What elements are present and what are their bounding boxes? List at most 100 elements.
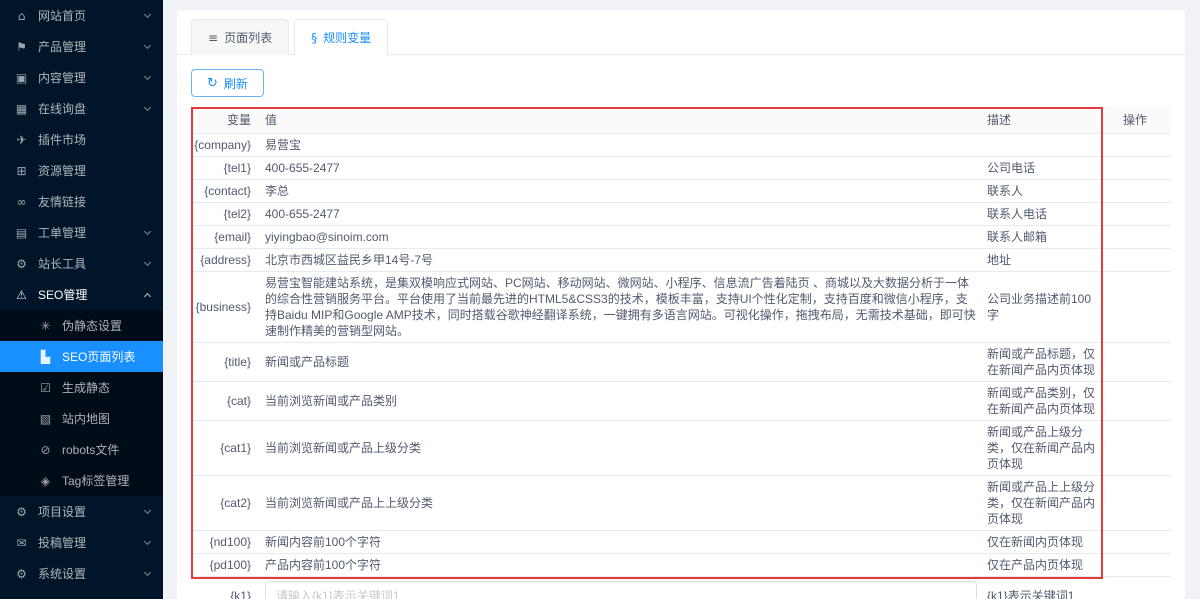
description-cell: 新闻或产品上上级分类，仅在新闻产品内页体现	[987, 480, 1096, 526]
sidebar-item-system-settings[interactable]: ⚙ 系统设置	[0, 558, 163, 589]
variable-cell: {nd100}	[209, 535, 251, 549]
chevron-down-icon	[143, 258, 152, 267]
sidebar-item-resource[interactable]: ⊞ 资源管理	[0, 155, 163, 186]
operation-cell	[1103, 234, 1171, 240]
project-settings-icon: ⚙	[16, 504, 27, 519]
value-cell: 产品内容前100个字符	[265, 558, 382, 572]
link-icon: §	[311, 30, 318, 45]
operation-cell	[1103, 539, 1171, 545]
table-row: {title} 新闻或产品标题 新闻或产品标题，仅在新闻产品内页体现	[191, 343, 1171, 382]
value-cell: 北京市西城区益民乡甲14号-7号	[265, 253, 434, 267]
seo-page-list-icon: ▙	[40, 349, 51, 364]
sidebar-item-label: 站长工具	[38, 257, 87, 271]
robots-file-icon: ⊘	[40, 442, 51, 457]
description-cell: 仅在产品内页体现	[987, 558, 1084, 572]
sidebar-subitem-robots-file[interactable]: ⊘ robots文件	[0, 434, 163, 465]
description-cell: 公司业务描述前100字	[987, 292, 1092, 322]
chevron-down-icon	[143, 41, 152, 50]
header-description: 描述	[987, 113, 1012, 127]
chevron-down-icon	[143, 227, 152, 236]
sidebar-item-content[interactable]: ▣ 内容管理	[0, 62, 163, 93]
seo-icon: ⚠	[16, 287, 27, 302]
tab-label: 页面列表	[224, 31, 273, 45]
sidebar-item-project-settings[interactable]: ⚙ 项目设置	[0, 496, 163, 527]
sidebar-subitem-generate-static[interactable]: ☑ 生成静态	[0, 372, 163, 403]
table-header-row: 变量 值 描述 操作	[191, 107, 1171, 134]
chevron-down-icon	[143, 568, 152, 577]
submission-icon: ✉	[16, 535, 27, 550]
refresh-icon: ↻	[207, 75, 218, 91]
sidebar-subitem-seo-page-list[interactable]: ▙ SEO页面列表	[0, 341, 163, 372]
variable-cell: {email}	[214, 230, 251, 244]
variable-cell: {business}	[195, 300, 251, 314]
sidebar-subitem-tag-manage[interactable]: ◈ Tag标签管理	[0, 465, 163, 496]
operation-cell	[1103, 593, 1171, 599]
tab-page-list[interactable]: ≡ 页面列表	[191, 19, 290, 55]
system-settings-icon: ⚙	[16, 566, 27, 581]
content-icon: ▣	[15, 70, 28, 85]
sidebar-subitem-label: 伪静态设置	[62, 319, 123, 333]
sidebar-item-webmaster-tools[interactable]: ⚙ 站长工具	[0, 248, 163, 279]
table-row: {business} 易营宝智能建站系统，是集双模响应式网站、PC网站、移动网站、…	[191, 272, 1171, 343]
header-operation: 操作	[1123, 113, 1148, 127]
sidebar-subitem-sitemap[interactable]: ▧ 站内地图	[0, 403, 163, 434]
sidebar-subitem-label: 生成静态	[62, 381, 111, 395]
sidebar-item-plugin-market[interactable]: ✈ 插件市场	[0, 124, 163, 155]
sidebar-item-label: 工单管理	[38, 226, 87, 240]
chevron-down-icon	[143, 506, 152, 515]
sidebar-subitem-rewrite-settings[interactable]: ✳ 伪静态设置	[0, 310, 163, 341]
table-row-k1: {k1} {k1}表示关键词1	[191, 577, 1171, 599]
sidebar-item-seo[interactable]: ⚠ SEO管理	[0, 279, 163, 310]
content-card: ≡ 页面列表 § 规则变量 ↻ 刷新 变量 值 描述 操作 {company} 易	[177, 10, 1185, 599]
tab-rule-variables[interactable]: § 规则变量	[294, 19, 389, 56]
description-cell: 联系人邮箱	[987, 230, 1048, 244]
sidebar-item-label: 插件市场	[38, 133, 87, 147]
variable-cell: {cat}	[226, 394, 251, 408]
tab-label: 规则变量	[323, 31, 372, 45]
variable-cell: {contact}	[204, 184, 251, 198]
description-cell: 新闻或产品上级分类，仅在新闻产品内页体现	[987, 425, 1096, 471]
sidebar-subitem-label: 站内地图	[62, 412, 111, 426]
inquiry-icon: ▦	[15, 101, 28, 116]
sidebar-item-submission[interactable]: ✉ 投稿管理	[0, 527, 163, 558]
sitemap-icon: ▧	[39, 411, 52, 426]
operation-cell	[1103, 165, 1171, 171]
variable-cell: {tel1}	[223, 161, 251, 175]
chevron-up-icon	[143, 292, 152, 300]
operation-cell	[1103, 562, 1171, 568]
operation-cell	[1103, 142, 1171, 148]
description-cell: 公司电话	[987, 161, 1036, 175]
variable-cell: {company}	[194, 138, 251, 152]
description-cell: {k1}表示关键词1	[987, 589, 1075, 599]
sidebar-item-friend-links[interactable]: ∞ 友情链接	[0, 186, 163, 217]
variable-cell: {cat2}	[220, 496, 251, 510]
k1-keyword-input[interactable]	[265, 581, 977, 599]
sidebar-item-product[interactable]: ⚑ 产品管理	[0, 31, 163, 62]
variable-cell: {title}	[224, 355, 251, 369]
variable-cell: {k1}	[230, 589, 251, 599]
table-row: {address} 北京市西城区益民乡甲14号-7号 地址	[191, 249, 1171, 272]
chevron-down-icon	[143, 537, 152, 546]
sidebar-item-label: SEO管理	[38, 288, 88, 302]
seo-submenu: ✳ 伪静态设置 ▙ SEO页面列表 ☑ 生成静态 ▧ 站内地图 ⊘ robots文件 ◈ Tag标签管…	[0, 310, 163, 496]
sidebar-item-label: 产品管理	[38, 40, 87, 54]
table-row: {tel2} 400-655-2477 联系人电话	[191, 203, 1171, 226]
sidebar-item-inquiry[interactable]: ▦ 在线询盘	[0, 93, 163, 124]
plugin-market-icon: ✈	[16, 132, 27, 147]
sidebar-item-workorder[interactable]: ▤ 工单管理	[0, 217, 163, 248]
operation-cell	[1103, 257, 1171, 263]
value-cell: 新闻或产品标题	[265, 355, 350, 369]
sidebar-item-home[interactable]: ⌂ 网站首页	[0, 0, 163, 31]
sidebar-item-label: 项目设置	[38, 505, 87, 519]
description-cell: 新闻或产品标题，仅在新闻产品内页体现	[987, 347, 1096, 377]
sidebar-item-label: 友情链接	[38, 195, 87, 209]
sidebar-item-label: 网站首页	[38, 9, 87, 23]
variable-cell: {cat1}	[220, 441, 251, 455]
operation-cell	[1103, 445, 1171, 451]
sidebar: ⌂ 网站首页 ⚑ 产品管理 ▣ 内容管理 ▦ 在线询盘 ✈ 插件市场 ⊞ 资源管理 ∞ 友情链接 ▤ 工单管理…	[0, 0, 163, 599]
refresh-button[interactable]: ↻ 刷新	[191, 69, 264, 97]
product-icon: ⚑	[16, 39, 27, 54]
chevron-down-icon	[143, 103, 152, 112]
friend-links-icon: ∞	[16, 194, 27, 209]
table-row: {email} yiyingbao@sinoim.com 联系人邮箱	[191, 226, 1171, 249]
